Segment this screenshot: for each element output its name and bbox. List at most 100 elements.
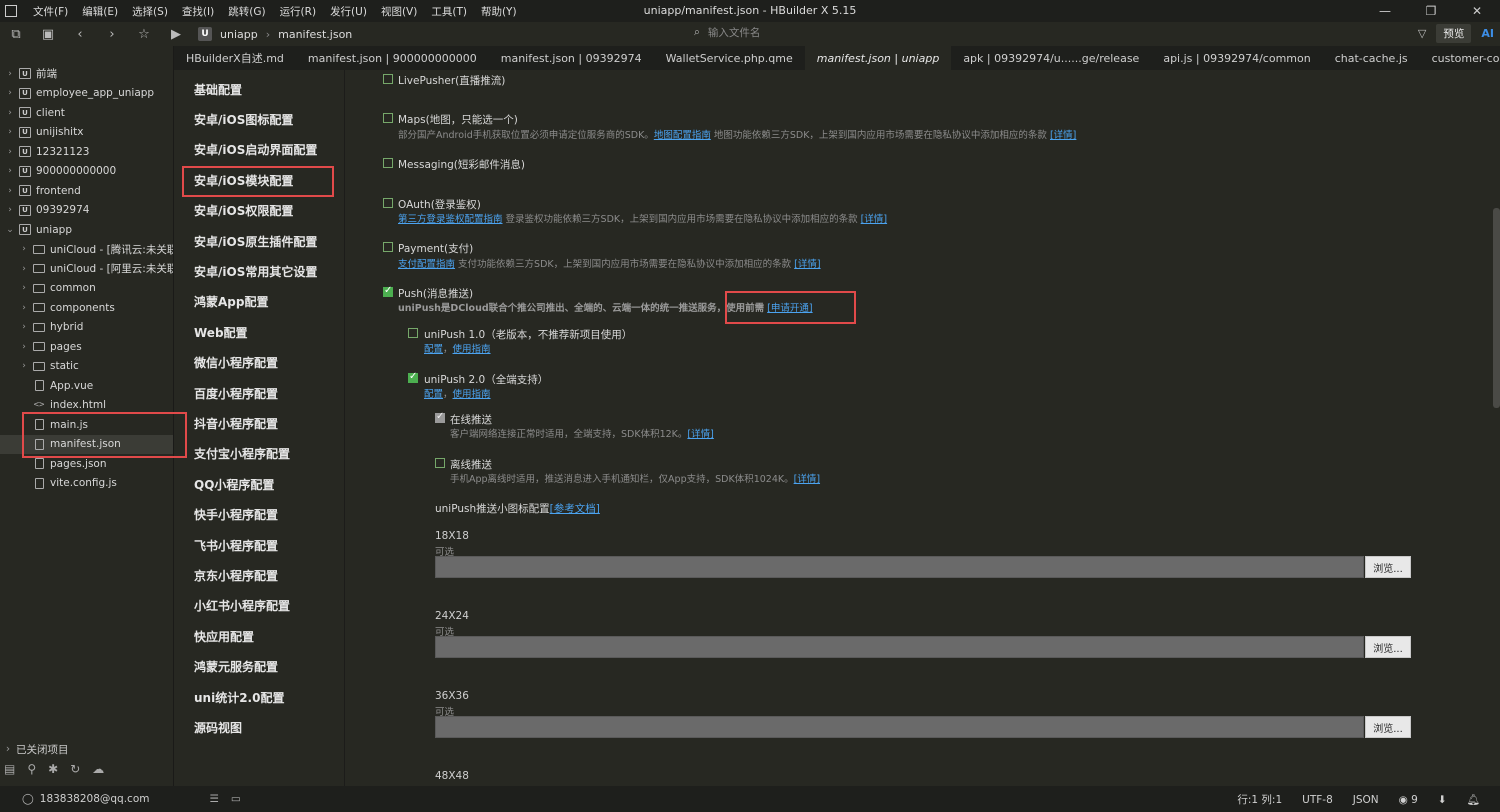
- notification-count[interactable]: ◉ 9: [1399, 794, 1418, 806]
- tree-item[interactable]: › uniCloud - [阿里云:未关联云: [0, 259, 173, 279]
- tree-item[interactable]: › uniCloud - [腾讯云:未关联云: [0, 240, 173, 260]
- icon-18-browse-button[interactable]: 浏览...: [1365, 556, 1411, 578]
- run-icon[interactable]: ▶: [160, 22, 192, 46]
- terminal-icon[interactable]: ▭: [231, 793, 241, 805]
- config-nav-item[interactable]: QQ小程序配置: [175, 469, 344, 499]
- payment-detail-link[interactable]: [详情]: [794, 259, 820, 270]
- menu-item-7[interactable]: 视图(V): [374, 4, 424, 19]
- folder-icon[interactable]: ▤: [4, 762, 15, 776]
- tree-item[interactable]: App.vue: [0, 376, 173, 396]
- tree-item[interactable]: › common: [0, 279, 173, 299]
- main-scrollbar[interactable]: [1493, 208, 1500, 408]
- oauth-guide-link[interactable]: 第三方登录鉴权配置指南: [398, 214, 503, 225]
- icon-config-doc-link[interactable]: [参考文档]: [550, 503, 600, 515]
- cursor-position[interactable]: 行:1 列:1: [1237, 792, 1282, 807]
- messaging-checkbox[interactable]: [383, 158, 393, 168]
- config-nav-item[interactable]: 微信小程序配置: [175, 348, 344, 378]
- chevron-right-icon[interactable]: ›: [4, 69, 16, 79]
- file-search[interactable]: ⌕ 输入文件名: [694, 25, 760, 40]
- star-icon[interactable]: ☆: [128, 22, 160, 46]
- payment-guide-link[interactable]: 支付配置指南: [398, 259, 455, 270]
- config-nav-item[interactable]: 安卓/iOS启动界面配置: [175, 135, 344, 165]
- editor-tab[interactable]: WalletService.php.qme: [654, 46, 805, 70]
- download-icon[interactable]: ⬇: [1438, 794, 1447, 806]
- chevron-right-icon[interactable]: ›: [18, 322, 30, 332]
- tree-item[interactable]: manifest.json: [0, 434, 173, 454]
- tree-item[interactable]: › components: [0, 298, 173, 318]
- config-nav-item[interactable]: 安卓/iOS原生插件配置: [175, 226, 344, 256]
- breadcrumb-file[interactable]: manifest.json: [278, 28, 352, 41]
- maps-guide-link[interactable]: 地图配置指南: [654, 130, 711, 141]
- chevron-right-icon[interactable]: ›: [18, 342, 30, 352]
- chevron-right-icon[interactable]: ›: [18, 303, 30, 313]
- tree-item[interactable]: › U 12321123: [0, 142, 173, 162]
- editor-tab[interactable]: manifest.json | uniapp: [804, 46, 952, 70]
- oauth-checkbox[interactable]: [383, 198, 393, 208]
- editor-tab[interactable]: chat-cache.js: [1323, 46, 1420, 70]
- chevron-right-icon[interactable]: ›: [4, 166, 16, 176]
- chevron-right-icon[interactable]: ›: [4, 127, 16, 137]
- menu-item-5[interactable]: 运行(R): [273, 4, 324, 19]
- filter-icon[interactable]: ▽: [1418, 27, 1426, 40]
- language-mode[interactable]: JSON: [1353, 794, 1379, 806]
- tree-item[interactable]: vite.config.js: [0, 474, 173, 494]
- tree-item[interactable]: › pages: [0, 337, 173, 357]
- maximize-button[interactable]: ❐: [1408, 0, 1454, 22]
- tree-item[interactable]: › U 900000000000: [0, 162, 173, 182]
- account-info[interactable]: ◯ 183838208@qq.com: [22, 793, 149, 805]
- unipush2-checkbox[interactable]: [408, 371, 418, 383]
- back-icon[interactable]: ‹: [64, 22, 96, 46]
- menu-item-2[interactable]: 选择(S): [125, 4, 175, 19]
- tree-item[interactable]: ⌄ Uuniapp: [0, 220, 173, 240]
- menu-item-0[interactable]: 文件(F): [26, 4, 75, 19]
- editor-tab[interactable]: manifest.json | 900000000000: [296, 46, 489, 70]
- chevron-right-icon[interactable]: ›: [18, 264, 30, 274]
- maps-checkbox[interactable]: [383, 113, 393, 123]
- unipush2-guide-link[interactable]: 使用指南: [453, 389, 491, 400]
- offline-push-checkbox[interactable]: [435, 458, 445, 468]
- tree-item[interactable]: › static: [0, 357, 173, 377]
- menu-item-8[interactable]: 工具(T): [424, 4, 474, 19]
- unipush2-config-link[interactable]: 配置: [424, 389, 443, 400]
- breadcrumb-project[interactable]: uniapp: [220, 28, 258, 41]
- config-nav-item[interactable]: Web配置: [175, 317, 344, 347]
- push-apply-link[interactable]: [申请开通]: [767, 303, 812, 314]
- offline-push-detail-link[interactable]: [详情]: [794, 474, 820, 485]
- config-nav-item[interactable]: 百度小程序配置: [175, 378, 344, 408]
- config-nav-item[interactable]: 飞书小程序配置: [175, 530, 344, 560]
- tree-item[interactable]: <> index.html: [0, 396, 173, 416]
- new-window-icon[interactable]: ⧉: [0, 22, 32, 46]
- unipush1-config-link[interactable]: 配置: [424, 344, 443, 355]
- encoding[interactable]: UTF-8: [1302, 794, 1333, 806]
- livepusher-checkbox[interactable]: [383, 74, 393, 84]
- editor-tab[interactable]: manifest.json | 09392974: [489, 46, 654, 70]
- config-nav-item[interactable]: 京东小程序配置: [175, 560, 344, 590]
- menu-item-1[interactable]: 编辑(E): [75, 4, 125, 19]
- config-nav-item[interactable]: 抖音小程序配置: [175, 408, 344, 438]
- refresh-icon[interactable]: ↻: [70, 762, 80, 776]
- closed-projects[interactable]: › 已关闭项目: [0, 740, 69, 758]
- menu-item-6[interactable]: 发行(U): [323, 4, 374, 19]
- tree-item[interactable]: pages.json: [0, 454, 173, 474]
- config-nav-item[interactable]: 快手小程序配置: [175, 499, 344, 529]
- config-nav-item[interactable]: 基础配置: [175, 74, 344, 104]
- unipush1-checkbox[interactable]: [408, 328, 418, 338]
- config-nav-item[interactable]: uni统计2.0配置: [175, 682, 344, 712]
- chevron-right-icon[interactable]: ›: [18, 361, 30, 371]
- chevron-right-icon[interactable]: ›: [4, 186, 16, 196]
- config-nav-item[interactable]: 鸿蒙元服务配置: [175, 651, 344, 681]
- editor-tab[interactable]: apk | 09392974/u......ge/release: [951, 46, 1151, 70]
- icon-36-input[interactable]: [435, 716, 1364, 738]
- chevron-down-icon[interactable]: ⌄: [4, 225, 16, 235]
- tree-item[interactable]: › Uunijishitx: [0, 123, 173, 143]
- tree-item[interactable]: › Uemployee_app_uniapp: [0, 84, 173, 104]
- icon-24-input[interactable]: [435, 636, 1364, 658]
- tree-item[interactable]: › Uclient: [0, 103, 173, 123]
- online-push-checkbox[interactable]: [435, 411, 445, 423]
- bell-icon[interactable]: 🔔︎: [1467, 793, 1480, 806]
- editor-tab[interactable]: customer-config.js: [1420, 46, 1500, 70]
- chevron-right-icon[interactable]: ›: [4, 205, 16, 215]
- unipush1-guide-link[interactable]: 使用指南: [453, 344, 491, 355]
- list-icon[interactable]: ☰: [209, 793, 218, 805]
- bug-icon[interactable]: ✱: [48, 762, 58, 776]
